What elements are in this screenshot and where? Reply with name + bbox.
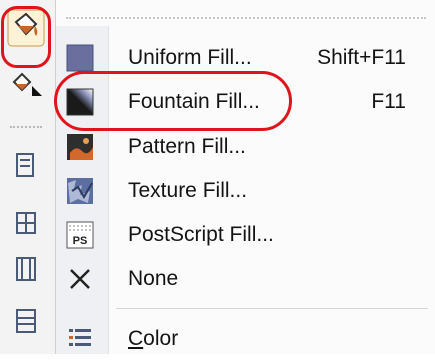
menu-item-label: Fountain Fill... <box>128 90 260 113</box>
accelerator-key: C <box>128 327 144 350</box>
toolbox-separator <box>10 126 42 128</box>
menu-item-label: Color <box>128 327 179 350</box>
tool-b-icon <box>16 212 36 234</box>
menu-separator <box>116 308 428 309</box>
tool-d-icon <box>16 309 36 333</box>
fill-tool-button[interactable] <box>6 8 46 48</box>
tool-a-button[interactable] <box>6 146 46 186</box>
menu-item-shortcut: Shift+F11 <box>317 46 406 69</box>
postscript-fill-icon: PS <box>66 221 94 249</box>
none-fill-icon <box>70 269 90 289</box>
texture-fill-icon <box>67 178 93 204</box>
pattern-fill-icon <box>67 134 93 160</box>
tool-d-button[interactable] <box>6 302 46 342</box>
fill-tool-icon <box>7 9 45 47</box>
fill-flyout-menu: Uniform Fill... Shift+F11 Fountain Fill.… <box>55 0 435 354</box>
menu-item-shortcut: F11 <box>371 90 406 113</box>
menu-item-texture-fill[interactable]: Texture Fill... <box>56 170 435 212</box>
svg-text:PS: PS <box>73 235 88 247</box>
interactive-fill-icon <box>12 72 42 96</box>
menu-item-none[interactable]: None <box>56 258 435 300</box>
toolbox <box>0 0 56 354</box>
tool-b-button[interactable] <box>6 204 46 244</box>
menu-item-label: Texture Fill... <box>128 179 248 202</box>
menu-item-pattern-fill[interactable]: Pattern Fill... <box>56 126 435 168</box>
tool-c-icon <box>16 257 36 281</box>
tool-a-icon <box>16 153 34 177</box>
menu-item-label: None <box>128 267 179 290</box>
menu-grip[interactable] <box>66 17 426 19</box>
tool-c-button[interactable] <box>6 250 46 290</box>
menu-item-label: Pattern Fill... <box>128 135 246 158</box>
menu-item-uniform-fill[interactable]: Uniform Fill... Shift+F11 <box>56 37 435 79</box>
menu-item-postscript-fill[interactable]: PS PostScript Fill... <box>56 214 435 256</box>
fountain-fill-icon <box>66 88 94 116</box>
menu-item-fountain-fill[interactable]: Fountain Fill... F11 <box>56 81 435 123</box>
menu-item-label: Uniform Fill... <box>128 46 252 69</box>
interactive-fill-button[interactable] <box>6 64 46 104</box>
menu-item-label: PostScript Fill... <box>128 223 274 246</box>
color-docker-icon <box>69 329 91 346</box>
uniform-fill-icon <box>66 44 94 72</box>
